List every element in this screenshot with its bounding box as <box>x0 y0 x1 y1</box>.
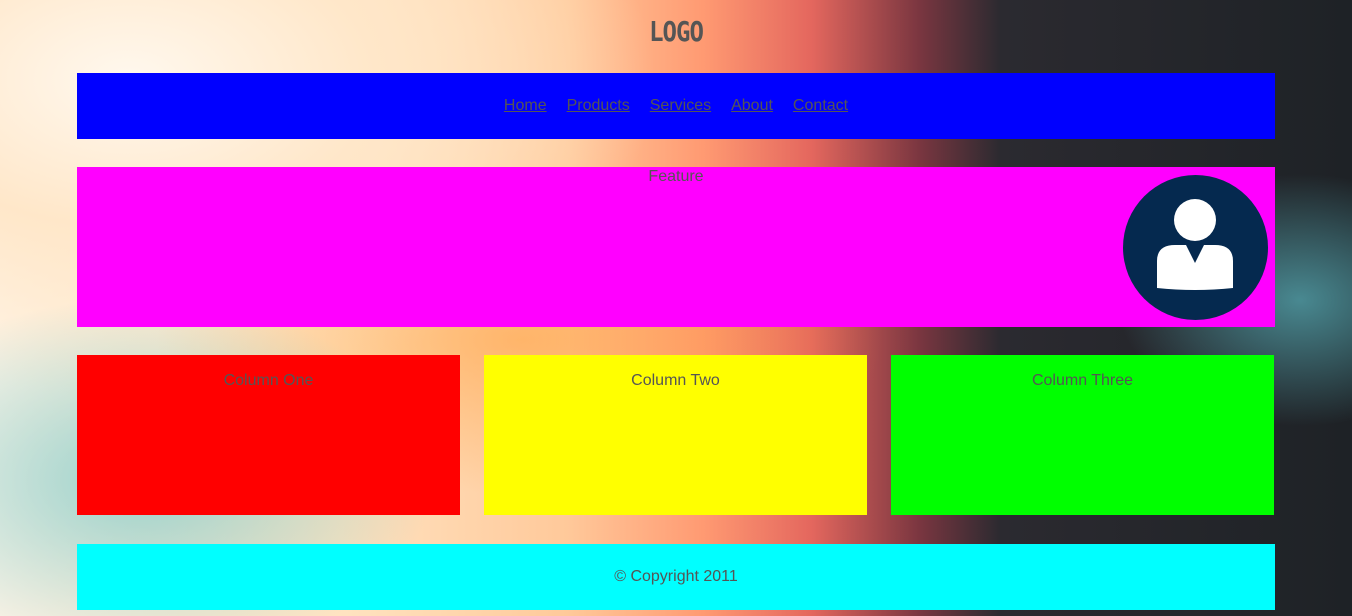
nav-link-home[interactable]: Home <box>504 97 547 115</box>
column-three-title: Column Three <box>1031 372 1134 389</box>
nav-link-services[interactable]: Services <box>650 97 711 115</box>
nav-link-contact[interactable]: Contact <box>793 97 848 115</box>
footer: © Copyright 2011 <box>77 544 1275 610</box>
column-two: Column Two <box>484 355 867 515</box>
column-one-title: Column One <box>223 372 314 389</box>
user-avatar-icon <box>1123 175 1268 320</box>
copyright-text: © Copyright 2011 <box>614 568 738 585</box>
logo: LOGO <box>649 15 704 49</box>
nav-link-about[interactable]: About <box>731 97 773 115</box>
column-three: Column Three <box>891 355 1274 515</box>
column-one: Column One <box>77 355 460 515</box>
main-nav: Home Products Services About Contact <box>77 73 1275 139</box>
column-two-title: Column Two <box>631 372 720 389</box>
feature-section <box>77 167 1275 327</box>
nav-link-products[interactable]: Products <box>567 97 630 115</box>
